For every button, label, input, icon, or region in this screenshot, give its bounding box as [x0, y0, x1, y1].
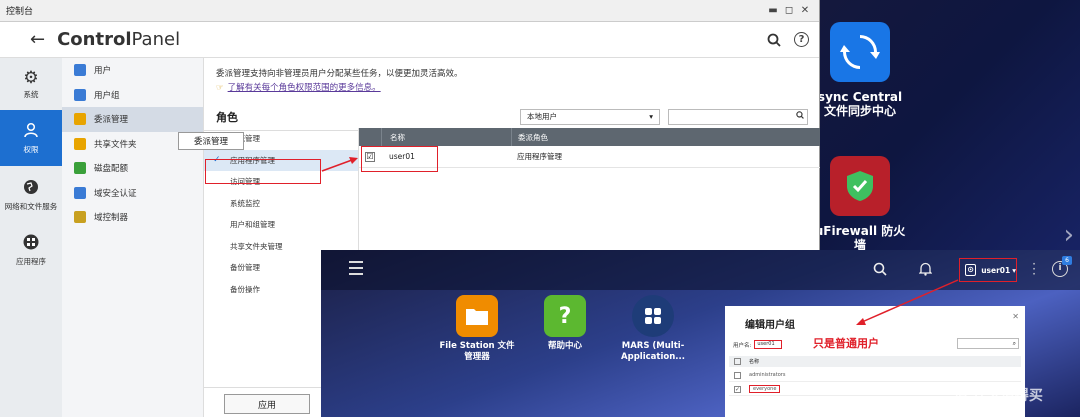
- more-options-icon[interactable]: · · ·: [1031, 258, 1037, 280]
- annotation-text: 只是普通用户: [813, 337, 879, 350]
- column-delegated-role[interactable]: 委派角色: [511, 128, 820, 146]
- role-heading: 角色: [216, 110, 238, 124]
- category-nav: ⚙ 系统 权限 网络和文件服务 应用程序: [0, 58, 62, 417]
- group-table-header: 名称: [729, 356, 1021, 367]
- subnav-users[interactable]: 用户: [62, 58, 203, 83]
- username-field[interactable]: user01: [754, 340, 783, 349]
- user-menu-button[interactable]: ⊙ user01 ▾: [959, 258, 1017, 282]
- group-checkbox-checked[interactable]: ✓: [734, 385, 741, 393]
- back-arrow-icon[interactable]: ←: [30, 29, 45, 50]
- search-icon[interactable]: [873, 262, 887, 280]
- help-icon[interactable]: ?: [794, 32, 809, 47]
- sync-central-label: sync Central 文件同步中心: [817, 90, 903, 118]
- role-search-input[interactable]: [668, 108, 808, 125]
- notification-badge: 6: [1062, 256, 1072, 265]
- subnav-domain-controller[interactable]: 域控制器: [62, 205, 203, 230]
- app-file-station[interactable]: File Station 文件 管理器: [427, 295, 527, 363]
- firewall-label: uFirewall 防火 墙: [814, 224, 906, 252]
- mars-icon: [632, 295, 674, 337]
- domain-security-icon: [74, 186, 86, 199]
- apps-icon: [23, 234, 39, 254]
- nav-applications[interactable]: 应用程序: [0, 224, 62, 276]
- delegated-admin-icon: [74, 113, 86, 126]
- learn-more-link[interactable]: 了解有关每个角色权限范围的更多信息。: [228, 83, 381, 93]
- folder-icon: [456, 295, 498, 337]
- minimize-icon[interactable]: ▬: [765, 5, 781, 16]
- user-type-select[interactable]: 本地用户 ▾: [520, 108, 660, 125]
- nav-privilege[interactable]: 权限: [0, 110, 62, 166]
- select-all-checkbox[interactable]: [734, 358, 741, 365]
- domain-controller-icon: [74, 211, 86, 224]
- window-title: 控制台: [6, 7, 34, 17]
- group-row[interactable]: administrators: [729, 369, 1021, 382]
- subnav-quota[interactable]: 磁盘配额: [62, 156, 203, 181]
- globe-icon: [23, 179, 39, 199]
- app-header: ← ControlPanel ?: [0, 22, 819, 58]
- maximize-icon[interactable]: ◻: [781, 5, 797, 16]
- apply-button[interactable]: 应用: [224, 394, 310, 414]
- role-item[interactable]: 用户和组管理: [204, 214, 358, 236]
- question-mark-icon: ?: [544, 295, 586, 337]
- search-icon[interactable]: [764, 30, 784, 50]
- sync-icon: [830, 22, 890, 82]
- dropdown-arrow-icon: ▾: [649, 112, 653, 121]
- avatar-icon: ⊙: [965, 264, 977, 276]
- table-header: 名称 委派角色: [359, 128, 820, 146]
- role-item[interactable]: 系统监控: [204, 193, 358, 215]
- user-icon: [23, 122, 39, 142]
- panel-description: 委派管理支持向非管理员用户分配某些任务，以便更加灵活高效。 ☞ 了解有关每个角色权…: [216, 69, 463, 93]
- annotation-box-role: [205, 159, 321, 184]
- watermark: 值 什么值得买: [954, 388, 1043, 404]
- group-search-input[interactable]: ⌕: [957, 338, 1019, 349]
- row-role: 应用程序管理: [517, 152, 562, 161]
- chevron-right-icon[interactable]: ›: [1064, 220, 1074, 250]
- users-icon: [74, 64, 86, 77]
- delegated-admin-tooltip: 委派管理: [178, 132, 244, 150]
- firewall-shield-icon: [830, 156, 890, 216]
- username-row: 用户名: user01: [733, 340, 783, 349]
- window-titlebar: 控制台 ▬ ◻ ✕: [0, 0, 819, 22]
- bell-icon[interactable]: [918, 262, 933, 280]
- close-icon[interactable]: ✕: [797, 5, 813, 16]
- role-toolbar: 角色 本地用户 ▾: [204, 103, 820, 131]
- pointer-icon: ☞: [216, 83, 224, 93]
- app-title: ControlPanel: [57, 29, 181, 50]
- app-mars[interactable]: MARS (Multi- Application...: [603, 295, 703, 363]
- annotation-box-user: [361, 146, 438, 172]
- quota-icon: [74, 162, 86, 175]
- user-group-icon: [74, 88, 86, 101]
- nav-system[interactable]: ⚙ 系统: [0, 58, 62, 110]
- chevron-down-icon: ▾: [1012, 265, 1016, 275]
- hamburger-menu-icon[interactable]: [349, 261, 363, 279]
- column-name[interactable]: 名称: [381, 128, 511, 146]
- subnav-domain-security[interactable]: 域安全认证: [62, 181, 203, 206]
- gear-icon: ⚙: [23, 68, 39, 88]
- shared-folder-icon: [74, 137, 86, 150]
- subnav-user-groups[interactable]: 用户组: [62, 83, 203, 108]
- close-icon[interactable]: ✕: [1012, 312, 1019, 321]
- search-icon: [796, 111, 804, 122]
- nav-network-file-services[interactable]: 网络和文件服务: [0, 166, 62, 224]
- dialog-title: 编辑用户组: [745, 320, 795, 331]
- subnav-delegated-admin[interactable]: 委派管理: [62, 107, 203, 132]
- group-checkbox[interactable]: [734, 371, 741, 379]
- privilege-subnav: 用户 用户组 委派管理 共享文件夹 磁盘配额 域安全认证 域控制器: [62, 58, 204, 417]
- app-help-center[interactable]: ? 帮助中心: [515, 295, 615, 352]
